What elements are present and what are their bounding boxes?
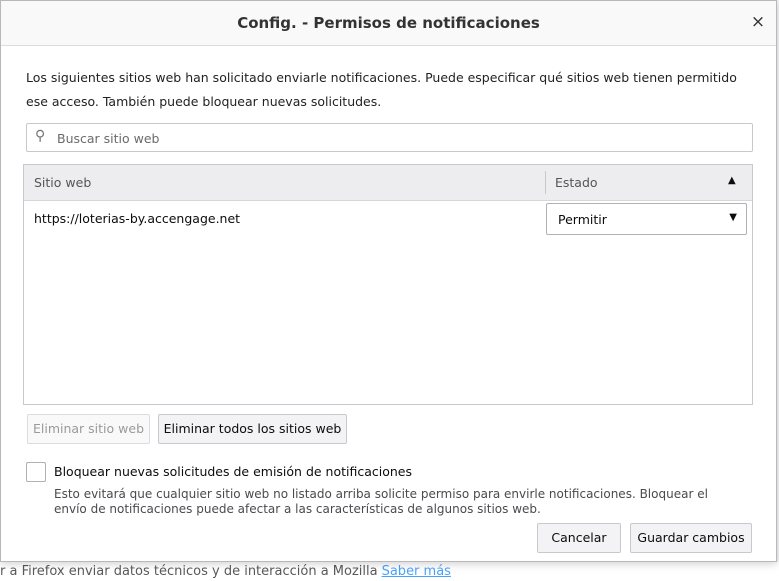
- chevron-down-icon: ▼: [729, 212, 737, 223]
- site-url: https://loterias-by.accengage.net: [34, 211, 241, 226]
- block-requests-label[interactable]: Bloquear nuevas solicitudes de emisión d…: [54, 464, 412, 479]
- background-text-label: r a Firefox enviar datos técnicos y de i…: [0, 564, 378, 579]
- block-requests-checkbox[interactable]: [26, 462, 46, 482]
- cancel-button[interactable]: Cancelar: [537, 523, 621, 553]
- dialog-titlebar: Config. - Permisos de notificaciones ×: [1, 1, 776, 46]
- table-header: Sitio web Estado ▲: [24, 165, 752, 201]
- remove-all-sites-button[interactable]: Eliminar todos los sitios web: [158, 414, 347, 444]
- sites-table: Sitio web Estado ▲ https://loterias-by.a…: [23, 164, 753, 405]
- column-header-site[interactable]: Sitio web: [34, 175, 91, 190]
- status-select-value: Permitir: [558, 212, 607, 227]
- column-header-status[interactable]: Estado: [555, 175, 598, 190]
- search-icon: ⚲: [35, 128, 46, 144]
- table-row[interactable]: https://loterias-by.accengage.net Permit…: [24, 201, 752, 237]
- background-learn-more-link: Saber más: [381, 564, 451, 579]
- save-changes-button[interactable]: Guardar cambios: [630, 523, 752, 553]
- block-requests-description: Esto evitará que cualquier sitio web no …: [54, 487, 708, 516]
- search-input[interactable]: [55, 124, 746, 153]
- close-icon[interactable]: ×: [746, 11, 770, 35]
- sort-ascending-icon[interactable]: ▲: [728, 175, 736, 186]
- column-divider: [545, 171, 546, 194]
- notification-permissions-dialog: Config. - Permisos de notificaciones × L…: [0, 0, 777, 562]
- background-text: r a Firefox enviar datos técnicos y de i…: [0, 564, 451, 579]
- dialog-title: Config. - Permisos de notificaciones: [237, 14, 540, 32]
- background-page-strip: r a Firefox enviar datos técnicos y de i…: [0, 562, 779, 581]
- dialog-description: Los siguientes sitios web han solicitado…: [26, 70, 737, 109]
- status-select[interactable]: Permitir ▼: [546, 203, 747, 235]
- search-box[interactable]: ⚲: [26, 123, 753, 153]
- remove-site-button[interactable]: Eliminar sitio web: [27, 414, 150, 444]
